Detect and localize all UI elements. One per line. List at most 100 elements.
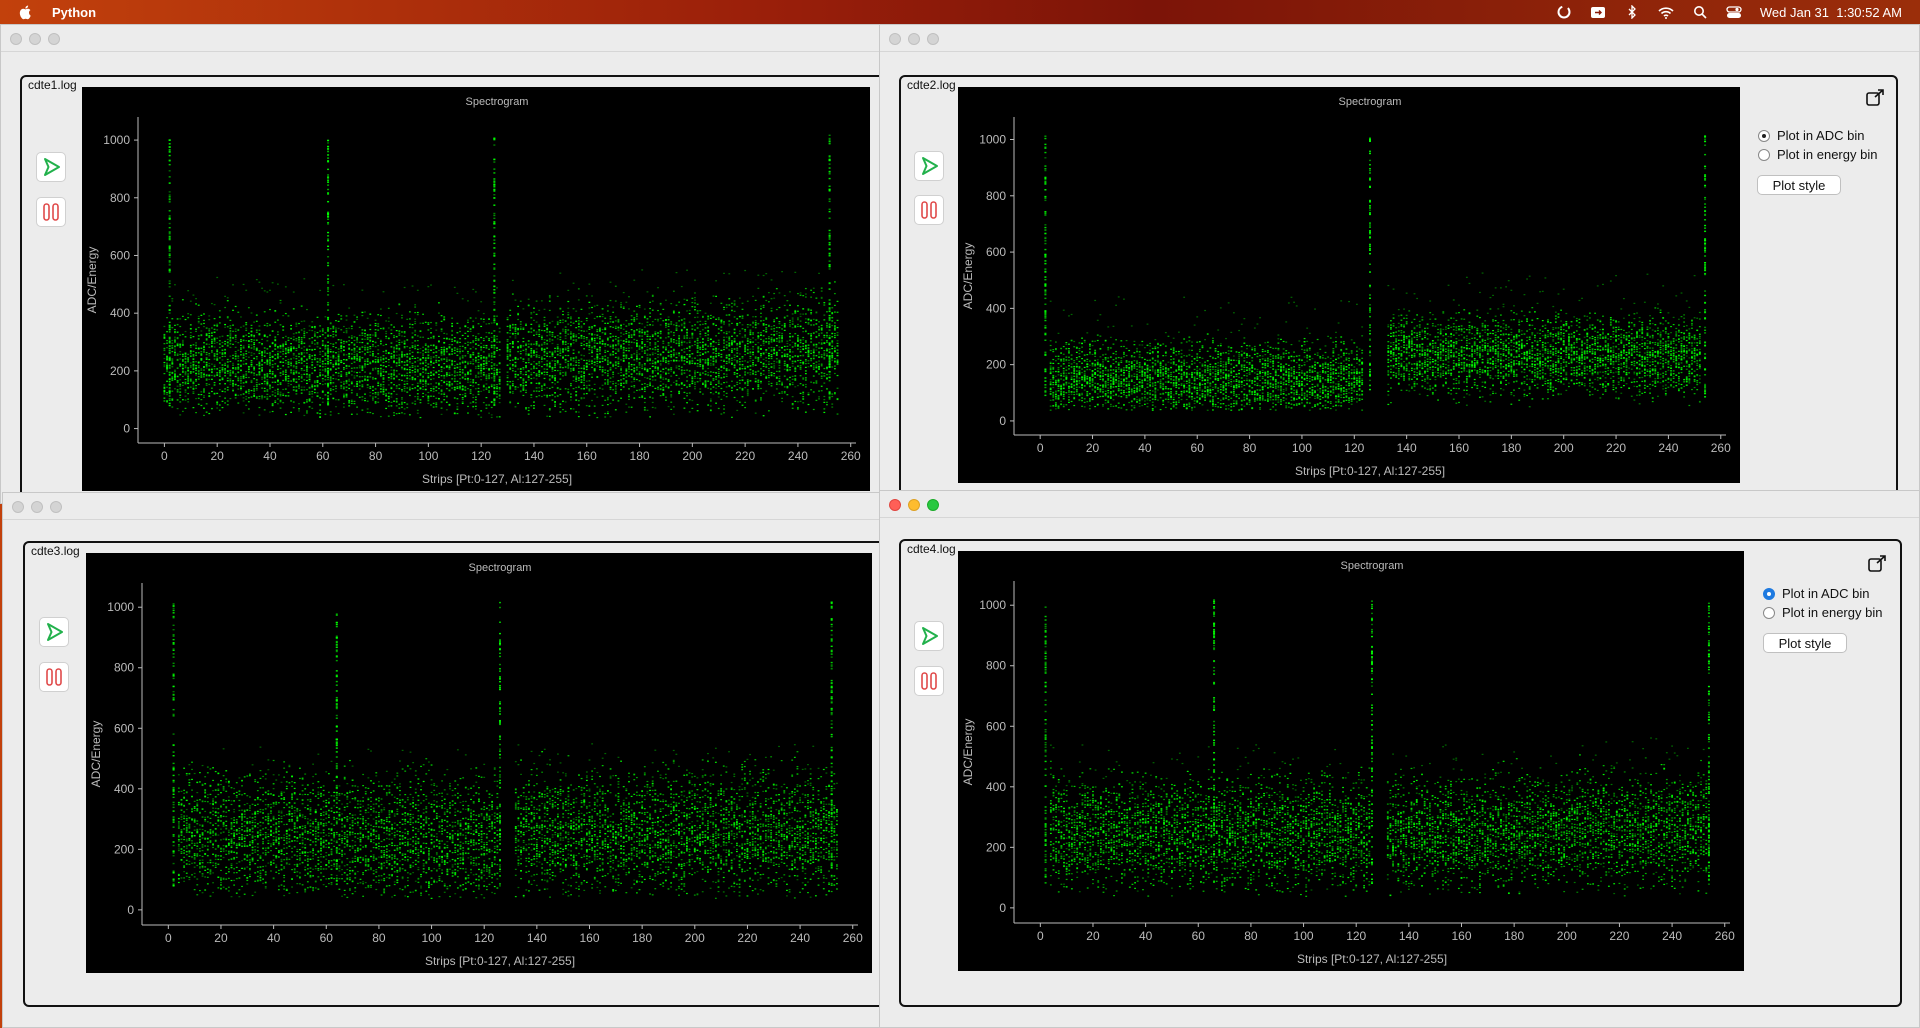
start-button[interactable] [914,151,944,181]
x-axis-label: Strips [Pt:0-127, Al:127-255] [425,954,575,968]
wifi-icon[interactable] [1658,5,1674,19]
chart-title: Spectrogram [1339,96,1402,108]
pause-button[interactable] [36,197,66,227]
x-tick-label: 60 [1192,929,1206,943]
x-tick-label: 40 [1139,929,1153,943]
y-tick-label: 200 [114,842,134,856]
adc-bin-option[interactable]: Plot in ADC bin [1758,128,1864,143]
pause-icon [921,672,937,690]
apple-icon[interactable] [18,4,34,20]
y-tick-label: 1000 [103,133,130,147]
window-titlebar[interactable] [880,491,1919,518]
close-button[interactable] [889,499,901,511]
energy-bin-option[interactable]: Plot in energy bin [1763,605,1882,620]
spectrogram-hits [172,601,838,899]
plot-style-button[interactable]: Plot style [1763,633,1847,653]
pause-button[interactable] [914,195,944,225]
y-tick-label: 0 [999,414,1006,428]
x-tick-label: 20 [1086,441,1100,455]
minimize-button[interactable] [29,33,41,45]
panel-file-label: cdte4.log [907,542,956,556]
menubar-clock[interactable]: Wed Jan 31 1:30:52 AM [1760,5,1902,20]
window-titlebar[interactable] [880,25,1919,52]
x-tick-label: 260 [1711,441,1731,455]
x-tick-label: 240 [788,449,808,463]
popout-icon[interactable] [1867,554,1887,574]
close-button[interactable] [12,501,24,513]
y-tick-label: 1000 [979,133,1006,147]
play-icon [922,157,938,175]
bluetooth-icon[interactable] [1624,5,1640,19]
window-titlebar[interactable] [1,25,879,52]
x-tick-label: 200 [1554,441,1574,455]
x-tick-label: 100 [418,449,438,463]
adc-bin-option[interactable]: Plot in ADC bin [1763,586,1869,601]
screen-share-icon[interactable] [1590,5,1606,19]
spectrogram-canvas: Spectrogram 0 20 40 60 80 100 120 140 160 180 200 22… [961,96,1731,478]
energy-bin-radio[interactable] [1758,148,1770,161]
adc-bin-radio[interactable] [1763,587,1775,600]
y-tick-label: 800 [114,661,134,675]
x-tick-label: 80 [372,931,386,945]
spectrogram-plot[interactable]: Spectrogram 0 20 40 60 80 100 120 140 160 180 200 22… [958,551,1744,971]
adc-bin-radio[interactable] [1758,129,1770,142]
detector-panel: cdte3.log Spectrogram 0 20 40 60 80 100 120 140 1… [23,541,923,1007]
chart-title: Spectrogram [466,96,529,108]
close-button[interactable] [10,33,22,45]
search-icon[interactable] [1692,5,1708,19]
close-button[interactable] [889,33,901,45]
spectrogram-plot[interactable]: Spectrogram 0 20 40 60 80 100 120 140 160 180 200 22… [82,87,870,491]
zoom-button[interactable] [50,501,62,513]
control-center-icon[interactable] [1726,5,1742,19]
sync-icon[interactable] [1556,5,1572,19]
popout-icon[interactable] [1865,88,1885,108]
x-tick-label: 220 [1609,929,1629,943]
x-tick-label: 40 [263,449,277,463]
zoom-button[interactable] [927,33,939,45]
x-tick-label: 220 [737,931,757,945]
x-tick-label: 160 [1451,929,1471,943]
x-tick-label: 200 [1557,929,1577,943]
y-tick-label: 400 [110,306,130,320]
y-tick-label: 600 [986,245,1006,259]
x-tick-label: 200 [685,931,705,945]
spectrogram-plot[interactable]: Spectrogram 0 20 40 60 80 100 120 140 160 180 200 22… [958,87,1740,483]
spectrogram-plot[interactable]: Spectrogram 0 20 40 60 80 100 120 140 160 180 200 22… [86,553,872,973]
y-tick-label: 200 [986,358,1006,372]
panel-file-label: cdte1.log [28,78,77,92]
minimize-button[interactable] [31,501,43,513]
y-axis-label: ADC/Energy [85,247,99,314]
minimize-button[interactable] [908,33,920,45]
energy-bin-label: Plot in energy bin [1782,605,1882,620]
minimize-button[interactable] [908,499,920,511]
x-tick-label: 80 [1243,441,1257,455]
app-name[interactable]: Python [52,5,96,20]
chart-title: Spectrogram [1341,560,1404,572]
energy-bin-radio[interactable] [1763,606,1775,619]
energy-bin-option[interactable]: Plot in energy bin [1758,147,1877,162]
y-tick-label: 1000 [979,598,1006,612]
y-axis-label: ADC/Energy [961,243,975,310]
x-tick-label: 20 [214,931,228,945]
pause-button[interactable] [39,662,69,692]
zoom-button[interactable] [48,33,60,45]
x-tick-label: 140 [524,449,544,463]
pause-button[interactable] [914,666,944,696]
x-tick-label: 180 [630,449,650,463]
window-titlebar[interactable] [3,493,879,520]
detector-panel: cdte1.log Spectrogram 0 20 40 60 80 100 120 140 1… [20,75,920,515]
y-tick-label: 0 [999,901,1006,915]
panel-file-label: cdte3.log [31,544,80,558]
x-tick-label: 0 [161,449,168,463]
x-tick-label: 260 [843,931,863,945]
start-button[interactable] [36,152,66,182]
play-icon [47,623,63,641]
x-tick-label: 60 [316,449,330,463]
plot-style-button[interactable]: Plot style [1757,175,1841,195]
pause-icon [46,668,62,686]
panel-file-label: cdte2.log [907,78,956,92]
start-button[interactable] [39,617,69,647]
start-button[interactable] [914,621,944,651]
spectrogram-canvas: Spectrogram 0 20 40 60 80 100 120 140 160 180 200 22… [89,562,863,968]
zoom-button[interactable] [927,499,939,511]
